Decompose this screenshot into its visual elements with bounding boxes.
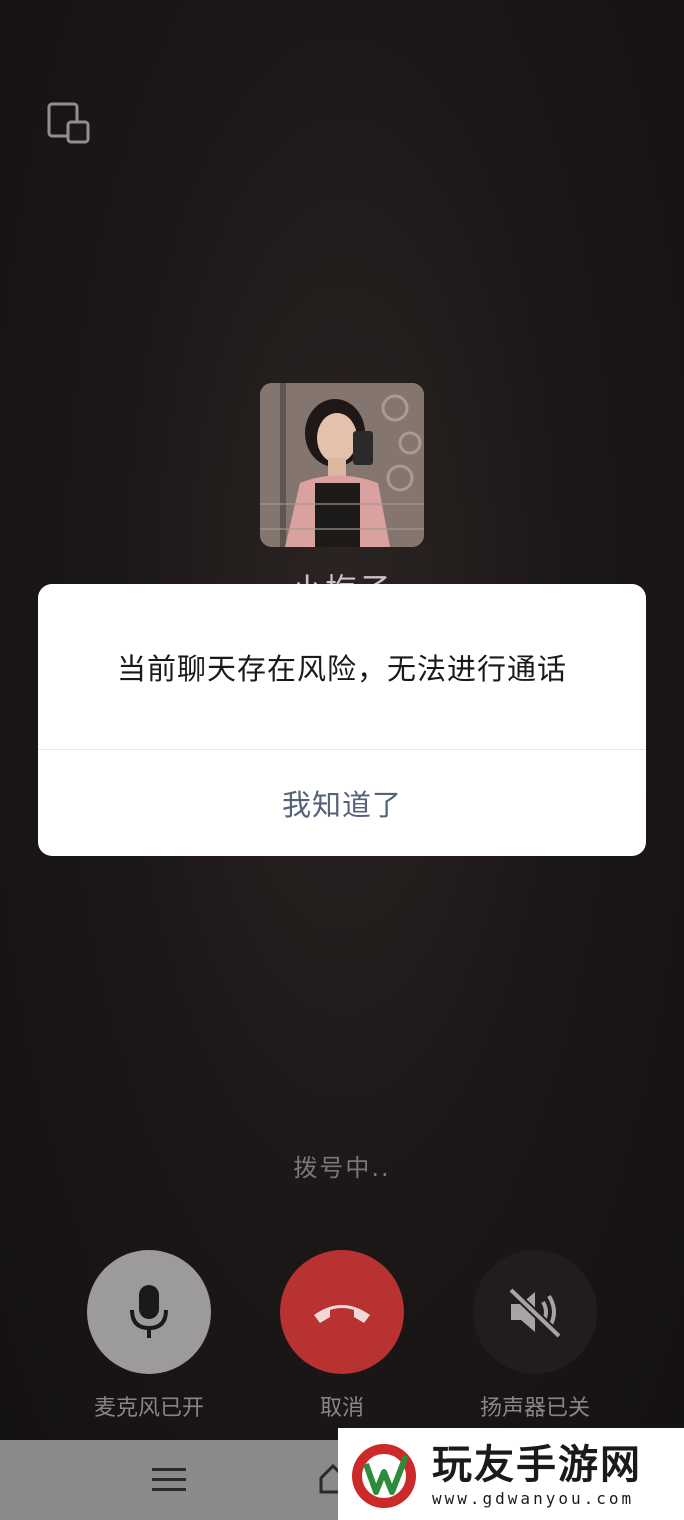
- watermark-banner: 玩友手游网 www.gdwanyou.com: [338, 1428, 684, 1520]
- risk-alert-dialog: 当前聊天存在风险，无法进行通话 我知道了: [38, 584, 646, 856]
- speaker-toggle-button[interactable]: [473, 1250, 597, 1374]
- menu-icon[interactable]: [152, 1466, 190, 1494]
- microphone-icon: [130, 1285, 168, 1338]
- mic-toggle-button[interactable]: [87, 1250, 211, 1374]
- mic-label: 麦克风已开: [93, 1396, 204, 1421]
- hangup-icon: [314, 1305, 370, 1323]
- dialog-message: 当前聊天存在风险，无法进行通话: [116, 651, 567, 686]
- speaker-muted-icon: [508, 1287, 562, 1339]
- cancel-label: 取消: [319, 1396, 364, 1421]
- avatar: [260, 383, 424, 547]
- call-status: 拨号中..: [293, 1154, 391, 1182]
- float-window-icon[interactable]: [46, 100, 92, 146]
- dialog-confirm-button[interactable]: 我知道了: [38, 750, 646, 856]
- watermark-logo: [344, 1434, 424, 1514]
- watermark-title: 玩友手游网: [432, 1441, 642, 1488]
- speaker-label: 扬声器已关: [479, 1396, 590, 1421]
- cancel-call-button[interactable]: [280, 1250, 404, 1374]
- watermark-url: www.gdwanyou.com: [432, 1488, 635, 1508]
